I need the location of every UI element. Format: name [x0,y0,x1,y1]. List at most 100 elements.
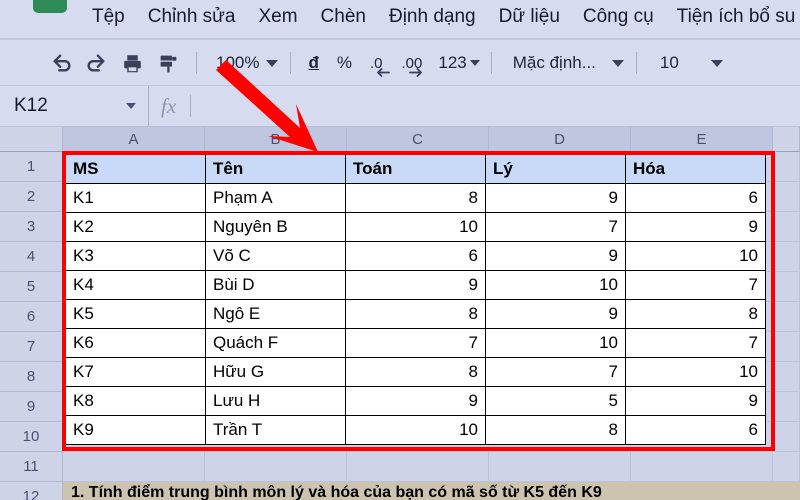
row-number-12[interactable]: 12 [0,482,63,500]
cell-ms[interactable]: K8 [65,386,206,416]
row-number-10[interactable]: 10 [0,422,63,452]
redo-icon[interactable] [82,49,110,77]
row-number-11[interactable]: 11 [0,452,63,482]
cell-ly[interactable]: 7 [485,212,626,242]
cell-ten[interactable]: Ngô E [205,299,346,329]
cell-ten[interactable]: Lưu H [205,386,346,416]
row-number-9[interactable]: 9 [0,392,63,422]
cell-toan[interactable]: 7 [345,328,486,358]
cell-hoa[interactable]: 8 [625,299,766,329]
increase-decimal-button[interactable]: .00 [402,55,422,77]
cell-ten[interactable]: Quách F [205,328,346,358]
cell-hoa[interactable]: 6 [625,183,766,213]
cell-hoa[interactable]: 9 [625,386,766,416]
cell-ms[interactable]: K5 [65,299,206,329]
print-icon[interactable] [118,49,146,77]
spreadsheet-app: Tệp Chỉnh sửa Xem Chèn Định dạng Dữ liệu… [0,0,800,500]
cell-ly[interactable]: 10 [485,328,626,358]
chevron-down-icon [126,103,136,109]
column-header-d[interactable]: D [489,127,631,152]
cell-toan[interactable]: 9 [345,386,486,416]
menu-item-chen[interactable]: Chèn [321,7,366,26]
number-format-selector[interactable]: 123 [438,53,480,73]
row-number-5[interactable]: 5 [0,272,63,302]
cell-toan[interactable]: 8 [345,357,486,387]
menu-item-cong-cu[interactable]: Công cụ [583,7,654,26]
decrease-decimal-button[interactable]: .0 [370,55,390,77]
cell-ly[interactable]: 9 [485,183,626,213]
cell-toan[interactable]: 8 [345,299,486,329]
cell-ms[interactable]: K4 [65,270,206,300]
column-header-a[interactable]: A [63,127,205,152]
menu-item-chinh-sua[interactable]: Chỉnh sửa [148,7,236,26]
header-ly[interactable]: Lý [485,154,626,184]
currency-format-button[interactable]: đ [308,53,318,73]
cell-ten[interactable]: Hữu G [205,357,346,387]
menu-item-dinh-dang[interactable]: Định dạng [389,7,476,26]
spreadsheet-grid: A B C D E 1. Tính điểm trung bình môn lý… [0,127,800,500]
cell-ms[interactable]: K7 [65,357,206,387]
zoom-selector[interactable]: 100% [216,53,279,73]
header-hoa[interactable]: Hóa [625,154,766,184]
row-number-7[interactable]: 7 [0,332,63,362]
cell-hoa[interactable]: 7 [625,328,766,358]
menu-item-tien-ich[interactable]: Tiện ích bổ su [677,7,796,26]
column-header-b[interactable]: B [205,127,347,152]
cell-hoa[interactable]: 9 [625,212,766,242]
cell-toan[interactable]: 10 [345,415,486,445]
cell-toan[interactable]: 9 [345,270,486,300]
name-box[interactable]: K12 [0,86,148,126]
menu-items: Tệp Chỉnh sửa Xem Chèn Định dạng Dữ liệu… [92,0,795,32]
row-number-8[interactable]: 8 [0,362,63,392]
cell-ten[interactable]: Phạm A [205,183,346,213]
cell-ly[interactable]: 9 [485,299,626,329]
cell-ms[interactable]: K9 [65,415,206,445]
cell-ten[interactable]: Bùi D [205,270,346,300]
percent-format-button[interactable]: % [337,53,352,73]
cell-hoa[interactable]: 10 [625,357,766,387]
cell-hoa[interactable]: 10 [625,241,766,271]
cell-ms[interactable]: K3 [65,241,206,271]
function-icon: fx [161,93,177,118]
column-header-f[interactable] [773,127,800,152]
cell-ly[interactable]: 7 [485,357,626,387]
cell-ten[interactable]: Trần T [205,415,346,445]
menu-item-tep[interactable]: Tệp [92,7,125,26]
paint-format-icon[interactable] [154,49,182,77]
cell-ms[interactable]: K6 [65,328,206,358]
header-ms[interactable]: MS [65,154,206,184]
cell-ms[interactable]: K2 [65,212,206,242]
row-number-6[interactable]: 6 [0,302,63,332]
row-number-1[interactable]: 1 [0,152,63,182]
table-row: K4 Bùi D 9 10 7 [65,270,766,300]
cell-toan[interactable]: 10 [345,212,486,242]
column-header-c[interactable]: C [347,127,489,152]
menu-item-xem[interactable]: Xem [258,7,297,26]
cell-ms[interactable]: K1 [65,183,206,213]
note-row-cell[interactable]: 1. Tính điểm trung bình môn lý và hóa củ… [63,482,800,500]
undo-icon[interactable] [48,49,76,77]
row-number-3[interactable]: 3 [0,212,63,242]
cell-ly[interactable]: 5 [485,386,626,416]
font-size-selector[interactable]: 10 [660,53,723,73]
cell-hoa[interactable]: 7 [625,270,766,300]
chevron-down-icon [469,60,480,66]
select-all-corner[interactable] [0,127,63,152]
cell-ly[interactable]: 9 [485,241,626,271]
font-family-selector[interactable]: Mặc định... [513,53,624,73]
header-ten[interactable]: Tên [205,154,346,184]
cell-toan[interactable]: 6 [345,241,486,271]
cell-toan[interactable]: 8 [345,183,486,213]
menu-item-du-lieu[interactable]: Dữ liệu [499,7,560,26]
row-number-2[interactable]: 2 [0,182,63,212]
column-header-e[interactable]: E [631,127,773,152]
cell-ten[interactable]: Võ C [205,241,346,271]
table-row: K7 Hữu G 8 7 10 [65,357,766,387]
row-number-4[interactable]: 4 [0,242,63,272]
formula-input-area[interactable]: fx [148,86,203,126]
cell-ly[interactable]: 8 [485,415,626,445]
cell-hoa[interactable]: 6 [625,415,766,445]
header-toan[interactable]: Toán [345,154,486,184]
cell-ly[interactable]: 10 [485,270,626,300]
cell-ten[interactable]: Nguyên B [205,212,346,242]
